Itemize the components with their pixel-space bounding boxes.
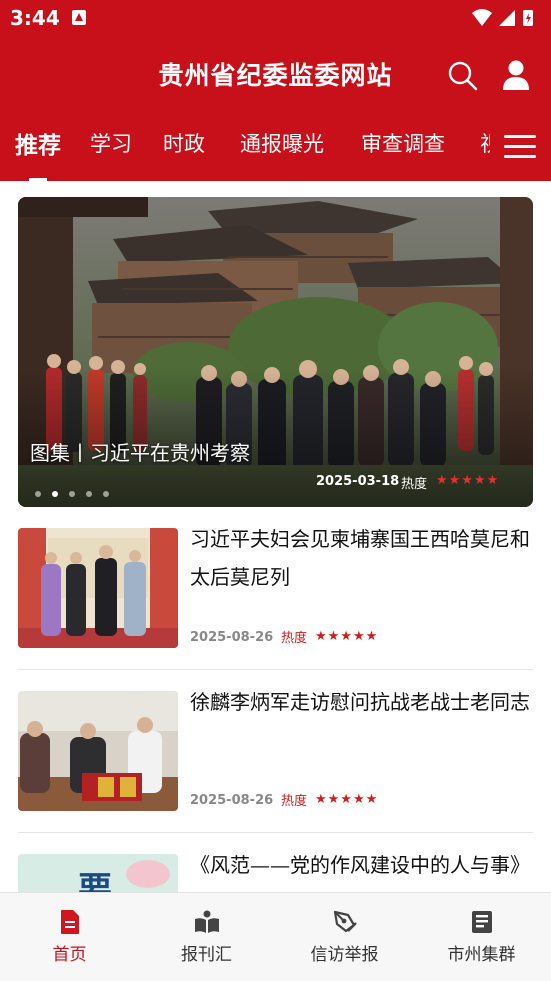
carousel-indicator (35, 482, 120, 501)
open-book-icon (195, 910, 219, 933)
nav-label: 报刊汇 (181, 945, 232, 965)
pen-report-icon (333, 910, 357, 933)
news-heat-label: 热度 (281, 794, 308, 809)
active-tab-indicator (29, 178, 47, 181)
carousel-dot-active[interactable] (52, 491, 58, 497)
user-profile-button[interactable] (502, 59, 530, 91)
featured-banner[interactable]: 图集丨习近平在贵州考察 2025-03-18 热度 ★★★★★ (18, 197, 533, 507)
search-button[interactable] (447, 60, 479, 92)
menu-icon-bar (504, 145, 536, 148)
news-thumbnail (18, 691, 178, 811)
category-tabs: 推荐 学习 时政 通报曝光 审查调查 视 (0, 122, 490, 172)
news-thumbnail (18, 528, 178, 648)
nav-label: 信访举报 (310, 945, 379, 965)
search-icon (448, 61, 478, 91)
status-icons (471, 8, 541, 28)
menu-button[interactable] (504, 135, 536, 159)
tab-politics[interactable]: 时政 (163, 128, 205, 158)
carousel-dot[interactable] (69, 491, 75, 497)
nav-home[interactable]: 首页 (1, 893, 138, 981)
news-item[interactable]: 徐麟李炳军走访慰问抗战老战士老同志 2025-08-26 热度 ★★★★★ (18, 690, 533, 855)
tab-study[interactable]: 学习 (90, 128, 132, 158)
tab-investigation[interactable]: 审查调查 (361, 128, 445, 158)
list-divider (18, 669, 533, 670)
carousel-dot[interactable] (86, 491, 92, 497)
carousel-dot[interactable] (103, 491, 109, 497)
nav-label: 首页 (52, 945, 87, 965)
carousel-dot[interactable] (35, 491, 41, 497)
news-title[interactable]: 习近平夫妇会见柬埔寨国王西哈莫尼和太后莫尼列 (190, 520, 536, 596)
news-date: 2025-08-26 (190, 630, 274, 645)
nav-publications[interactable]: 报刊汇 (138, 893, 275, 981)
status-time: 3:44 (10, 6, 60, 30)
banner-date: 2025-03-18 (316, 474, 400, 489)
menu-icon-bar (504, 135, 536, 138)
news-heat-stars: ★★★★★ (315, 792, 379, 807)
tab-video[interactable]: 视 (480, 128, 490, 158)
notification-app-icon (72, 10, 86, 25)
nav-label: 市州集群 (447, 945, 516, 965)
tab-notices[interactable]: 通报曝光 (240, 128, 324, 158)
banner-heat-label: 热度 (401, 477, 428, 492)
signal-icon (499, 10, 515, 26)
news-item[interactable]: 习近平夫妇会见柬埔寨国王西哈莫尼和太后莫尼列 2025-08-26 热度 ★★★… (18, 527, 533, 692)
banner-caption: 图集丨习近平在贵州考察 (30, 441, 250, 465)
nav-report[interactable]: 信访举报 (276, 893, 413, 981)
news-date: 2025-08-26 (190, 793, 274, 808)
newspaper-icon (472, 911, 492, 933)
nav-city-cluster[interactable]: 市州集群 (413, 893, 550, 981)
wifi-icon (472, 9, 492, 26)
tab-recommend[interactable]: 推荐 (15, 126, 61, 160)
banner-heat-stars: ★★★★★ (436, 473, 500, 488)
list-divider (18, 832, 533, 833)
user-icon (503, 60, 529, 90)
app-header: 3:44 贵州省纪委监委网站 推荐 学习 时政 通报曝光 审查调查 视 (0, 0, 551, 181)
bottom-navigation: 首页 报刊汇 信访举报 市州集群 (0, 892, 551, 981)
news-heat-stars: ★★★★★ (315, 629, 379, 644)
menu-icon-bar (504, 155, 536, 158)
news-title[interactable]: 徐麟李炳军走访慰问抗战老战士老同志 (190, 683, 536, 721)
document-icon (61, 910, 79, 934)
status-bar: 3:44 (0, 0, 551, 36)
news-heat-label: 热度 (281, 631, 308, 646)
